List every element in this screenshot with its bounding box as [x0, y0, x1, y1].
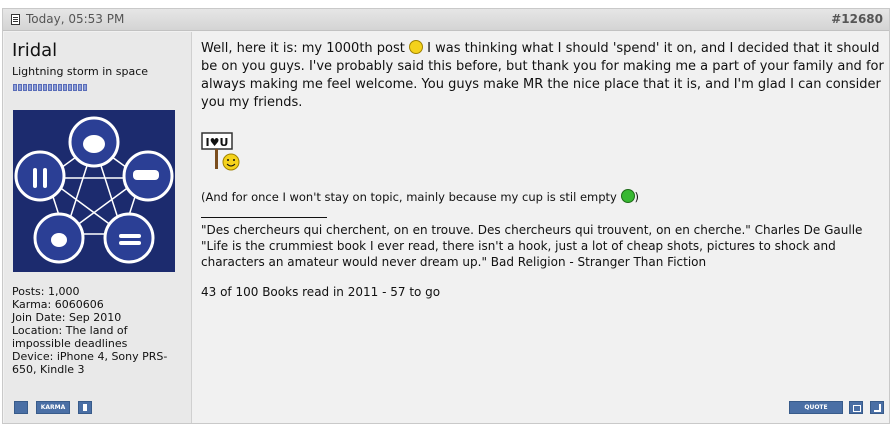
- message-text-a: Well, here it is: my 1000th post: [201, 41, 405, 56]
- aside-text-main: (And for once I won't stay on topic, mai…: [201, 190, 617, 204]
- forum-post: Today, 05:53 PM #12680 Iridal Lightning …: [2, 8, 890, 424]
- signature-divider: [201, 217, 327, 218]
- post-content: Well, here it is: my 1000th post I was t…: [193, 32, 889, 423]
- reply-icon[interactable]: [870, 401, 884, 414]
- reputation-bar: [13, 84, 87, 91]
- green-grin-icon: [620, 189, 635, 203]
- edit-icon[interactable]: [14, 401, 28, 414]
- smiley-icon: [409, 40, 424, 54]
- posts-count: Posts: 1,000: [12, 285, 80, 298]
- location: Location: The land of impossible deadlin…: [12, 324, 128, 350]
- sign-text: I♥U: [206, 136, 229, 149]
- report-icon[interactable]: [78, 401, 92, 414]
- books-read-link[interactable]: Books read in 2011: [262, 285, 378, 299]
- signature-quote-1: "Des chercheurs qui cherchent, on en tro…: [201, 223, 863, 237]
- books-count: 43 of 100: [201, 285, 259, 299]
- message-body: Well, here it is: my 1000th post I was t…: [201, 40, 885, 112]
- books-read: 43 of 100 Books read in 2011 - 57 to go: [201, 285, 440, 299]
- aside-text: (And for once I won't stay on topic, mai…: [201, 189, 639, 204]
- document-icon: [11, 14, 20, 25]
- karma-count: Karma: 6060606: [12, 298, 104, 311]
- signature: "Des chercheurs qui cherchent, on en tro…: [201, 222, 889, 270]
- quote-label: QUOTE: [804, 404, 828, 411]
- books-remaining: - 57 to go: [382, 285, 441, 299]
- quote-button[interactable]: QUOTE: [789, 401, 843, 414]
- karma-button[interactable]: KARMA: [36, 401, 70, 414]
- post-header: Today, 05:53 PM #12680: [3, 9, 889, 31]
- post-date: Today, 05:53 PM: [26, 12, 125, 26]
- device: Device: iPhone 4, Sony PRS-650, Kindle 3: [12, 350, 168, 376]
- i-love-u-sign-icon: I♥U: [201, 132, 240, 171]
- signature-quote-2: "Life is the crummiest book I ever read,…: [201, 239, 836, 269]
- avatar: [13, 110, 175, 272]
- aside-text-end: ): [634, 190, 640, 204]
- user-title: Lightning storm in space: [12, 65, 149, 78]
- multiquote-icon[interactable]: [849, 401, 863, 414]
- post-number-link[interactable]: #12680: [831, 12, 883, 26]
- user-stats: Posts: 1,000 Karma: 6060606 Join Date: S…: [12, 285, 182, 376]
- user-info-panel: Iridal Lightning storm in space Posts: 1…: [4, 32, 192, 423]
- username-link[interactable]: Iridal: [12, 40, 57, 61]
- join-date: Join Date: Sep 2010: [12, 311, 122, 324]
